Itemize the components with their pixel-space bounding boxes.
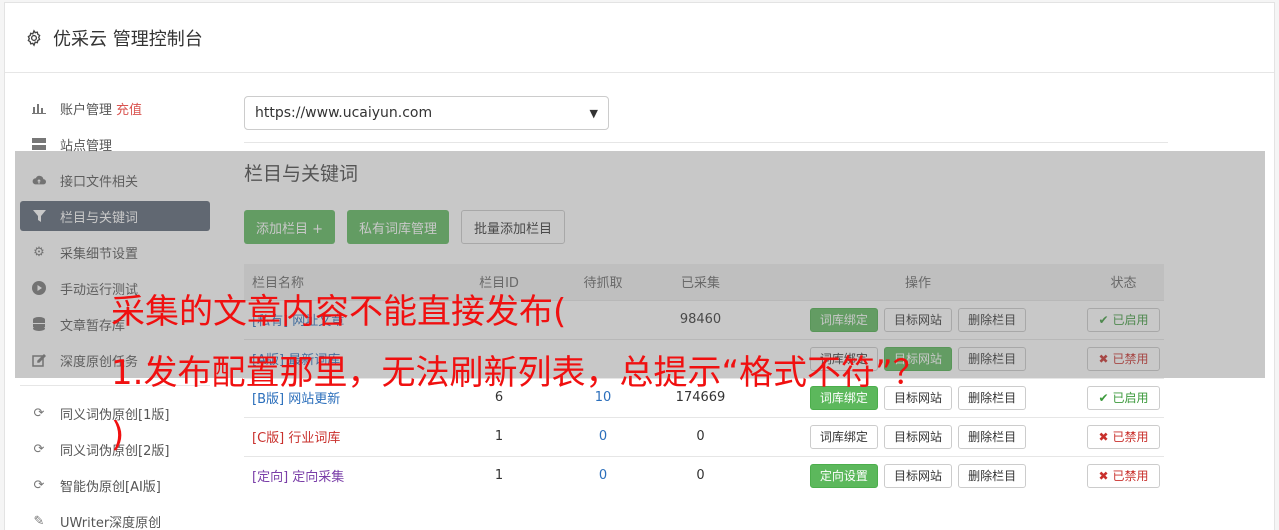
column-tag: [C版]: [252, 431, 285, 446]
delete-column-button[interactable]: 删除栏目: [958, 385, 1027, 410]
column-title: 行业词库: [288, 431, 341, 446]
overlay-caption-line1: 采集的文章内容不能直接发布(: [111, 292, 567, 332]
sidebar-item-ai-rewrite[interactable]: ⟳ 智能伪原创[AI版]: [20, 470, 210, 500]
column-id: 1: [440, 455, 558, 495]
sidebar-item-uwriter[interactable]: ✎ UWriter深度原创: [20, 506, 210, 530]
status-toggle[interactable]: ✔ 已启用: [1087, 385, 1160, 410]
divider: [244, 142, 1168, 143]
column-title: 网站更新: [288, 392, 341, 407]
edit-icon: ✎: [33, 513, 45, 529]
directed-settings-button[interactable]: 定向设置: [809, 463, 878, 488]
column-id: 1: [440, 416, 558, 456]
delete-column-button[interactable]: 删除栏目: [958, 463, 1027, 488]
collected-count: 0: [648, 416, 753, 456]
sidebar-item-label: UWriter深度原创: [60, 515, 162, 530]
sidebar-item-label: 账户管理: [60, 102, 113, 118]
column-tag: [B版]: [252, 392, 285, 407]
sidebar-item-account[interactable]: 账户管理 充值: [20, 93, 210, 123]
page-title: 优采云 管理控制台: [53, 28, 203, 50]
pending-count: 0: [558, 416, 648, 456]
panel-header: 优采云 管理控制台: [5, 3, 1274, 73]
refresh-icon: ⟳: [33, 477, 45, 493]
close-icon: ✖: [1098, 468, 1109, 483]
column-name[interactable]: [定向] 定向采集: [244, 455, 440, 495]
check-icon: ✔: [1098, 390, 1109, 405]
status-label: 已启用: [1112, 391, 1149, 405]
status-toggle[interactable]: ✖ 已禁用: [1087, 463, 1160, 488]
gear-icon: [27, 28, 41, 47]
table-row: [定向] 定向采集 1 0 0 定向设置 目标网站 删除栏目 ✖ 已禁用: [244, 455, 1164, 495]
overlay-caption-line2: 1.发布配置那里，无法刷新列表，总提示“格式不符”？: [111, 353, 927, 393]
target-site-button[interactable]: 目标网站: [883, 424, 952, 449]
server-icon: [32, 137, 46, 151]
refresh-icon: ⟳: [33, 405, 45, 421]
column-title: 定向采集: [292, 470, 345, 486]
site-select-value: https://www.ucaiyun.com: [255, 105, 433, 121]
target-site-button[interactable]: 目标网站: [883, 463, 952, 488]
close-icon: ✖: [1098, 429, 1109, 444]
status-label: 已禁用: [1112, 430, 1149, 444]
pending-count: 0: [558, 455, 648, 495]
chevron-down-icon: ▼: [589, 106, 598, 120]
recharge-link[interactable]: 充值: [116, 99, 142, 118]
status-label: 已禁用: [1112, 469, 1149, 484]
delete-column-button[interactable]: 删除栏目: [958, 424, 1027, 449]
gray-overlay-band: [15, 151, 1265, 378]
collected-count: 0: [648, 455, 753, 495]
overlay-caption-line3: ): [111, 415, 125, 455]
sidebar-item-label: 智能伪原创[AI版]: [60, 479, 161, 495]
refresh-icon: ⟳: [33, 441, 45, 457]
column-name[interactable]: [C版] 行业词库: [244, 416, 440, 456]
lexicon-bind-button[interactable]: 词库绑定: [809, 424, 878, 449]
status-toggle[interactable]: ✖ 已禁用: [1087, 424, 1160, 449]
site-select[interactable]: https://www.ucaiyun.com ▼: [244, 96, 609, 130]
column-tag: [定向]: [252, 470, 289, 486]
bar-chart-icon: [32, 101, 46, 115]
table-row: [C版] 行业词库 1 0 0 词库绑定 目标网站 删除栏目 ✖ 已禁用: [244, 416, 1164, 456]
